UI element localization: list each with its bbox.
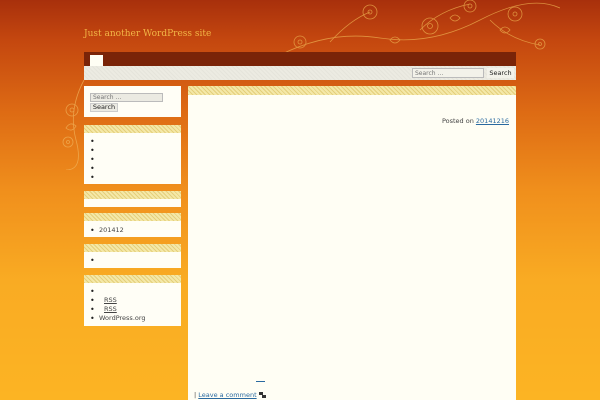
widget-header-meta bbox=[84, 275, 181, 283]
continue-reading-link[interactable] bbox=[256, 376, 265, 382]
top-search-button[interactable]: Search bbox=[487, 68, 514, 78]
post-footer: | Leave a comment bbox=[194, 391, 266, 399]
sidebar-search-button[interactable]: Search bbox=[90, 103, 118, 112]
sidebar-recent-posts-widget bbox=[84, 133, 181, 184]
meta-link-entries-rss[interactable]: RSS bbox=[104, 296, 117, 304]
edit-icon[interactable] bbox=[258, 392, 266, 398]
meta-link-wordpress-org[interactable]: WordPress.org bbox=[99, 314, 146, 322]
list-bullet: • bbox=[90, 164, 95, 173]
nav-bar bbox=[84, 52, 516, 66]
post-meta: Posted on 20141216 bbox=[442, 117, 509, 125]
archive-link-201412[interactable]: 201412 bbox=[99, 226, 124, 234]
floral-header-decoration bbox=[279, 0, 560, 56]
footer-separator: | bbox=[194, 391, 197, 399]
widget-header-categories bbox=[84, 244, 181, 252]
meta-link-comments-rss[interactable]: RSS bbox=[104, 305, 117, 313]
widget-header-recent-comments bbox=[84, 191, 181, 199]
widget-header-recent-posts bbox=[84, 125, 181, 133]
leave-comment-link[interactable]: Leave a comment bbox=[198, 391, 256, 399]
site-tagline: Just another WordPress site bbox=[84, 29, 212, 39]
widget-header-archives bbox=[84, 213, 181, 221]
list-bullet: • bbox=[90, 155, 95, 164]
list-bullet: • bbox=[90, 137, 95, 146]
list-bullet: • bbox=[90, 296, 95, 305]
main-content bbox=[188, 86, 516, 400]
list-bullet: • bbox=[90, 287, 95, 296]
post-date-link[interactable]: 20141216 bbox=[476, 117, 509, 125]
list-bullet: • bbox=[90, 256, 95, 265]
sidebar-recent-comments-widget bbox=[84, 199, 181, 207]
sidebar-search-input[interactable] bbox=[90, 93, 163, 102]
list-bullet: • bbox=[90, 314, 95, 323]
list-bullet: • bbox=[90, 226, 95, 235]
posted-on-label: Posted on bbox=[441, 117, 474, 125]
list-bullet: • bbox=[90, 305, 95, 314]
sidebar-categories-widget bbox=[84, 252, 181, 268]
list-bullet: • bbox=[90, 146, 95, 155]
post-title-bar bbox=[188, 86, 516, 95]
top-search-input[interactable] bbox=[412, 68, 484, 78]
list-bullet: • bbox=[90, 173, 95, 182]
